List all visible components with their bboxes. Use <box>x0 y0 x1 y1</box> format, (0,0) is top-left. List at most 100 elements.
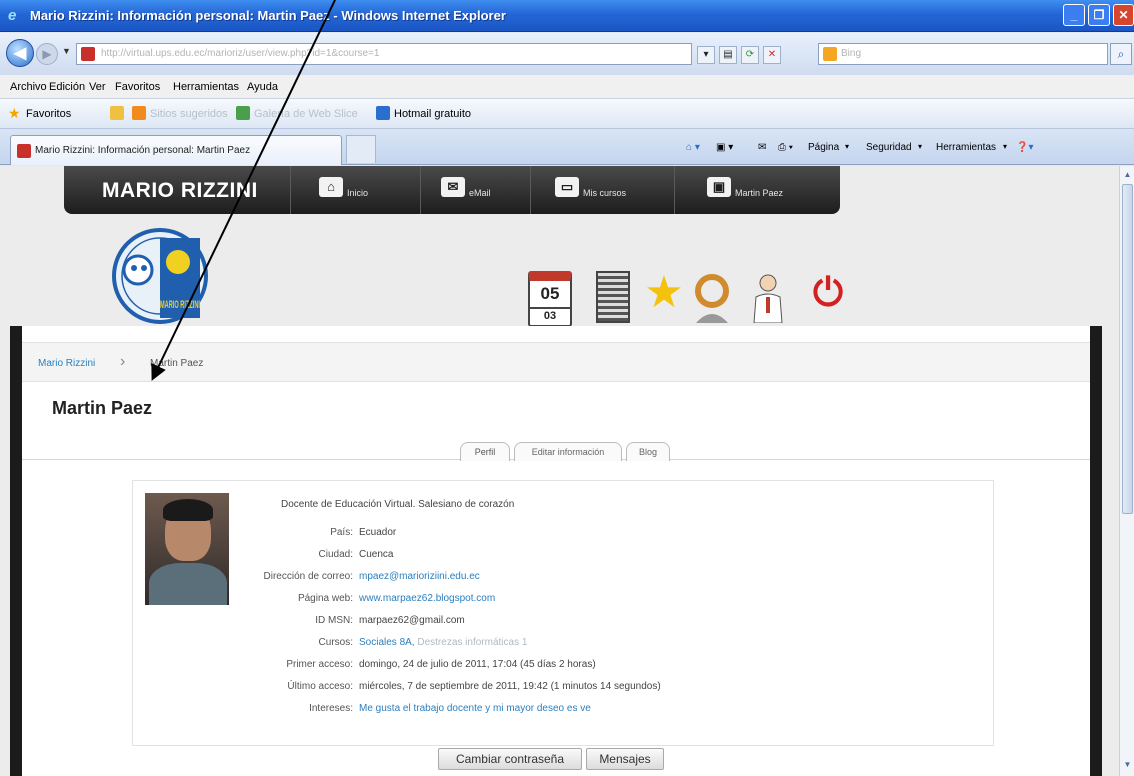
building-icon[interactable] <box>596 271 630 323</box>
profile-box: Docente de Educación Virtual. Salesiano … <box>132 480 994 746</box>
email-link[interactable]: mpaez@marioriziini.edu.ec <box>359 571 480 582</box>
nav-inicio[interactable]: ⌂ Inicio <box>290 166 402 214</box>
logout-power-icon[interactable]: ⏻ <box>808 271 848 323</box>
medal-icon[interactable] <box>690 271 734 323</box>
menu-favoritos[interactable]: Favoritos <box>115 81 160 93</box>
forward-button[interactable]: ▶ <box>36 43 58 65</box>
scroll-down-icon[interactable]: ▼ <box>1122 760 1133 769</box>
tools-menu-chevron-icon[interactable]: ▾ <box>1003 142 1007 151</box>
nav-user[interactable]: ▣ Martin Paez <box>674 166 824 214</box>
field-label: Dirección de correo: <box>263 571 353 582</box>
tools-menu[interactable]: Herramientas <box>936 142 996 153</box>
field-label: País: <box>330 527 353 538</box>
nav-mis-cursos[interactable]: ▭ Mis cursos <box>530 166 674 214</box>
menu-ayuda[interactable]: Ayuda <box>247 81 278 93</box>
doctor-icon[interactable] <box>748 271 788 323</box>
menu-herramientas[interactable]: Herramientas <box>173 81 239 93</box>
suggested-sites-icon <box>132 106 146 120</box>
print-icon[interactable]: ⎙ ▾ <box>778 142 793 153</box>
tab-blog[interactable]: Blog <box>626 442 670 461</box>
course-link[interactable]: Destrezas informáticas 1 <box>417 637 527 648</box>
address-dropdown-icon[interactable]: ▾ <box>697 46 715 64</box>
scroll-thumb[interactable] <box>1122 184 1133 514</box>
menu-archivo[interactable]: Archivo <box>10 81 47 93</box>
page-menu[interactable]: Página <box>808 142 839 153</box>
bing-icon <box>823 47 837 61</box>
web-slice-icon <box>236 106 250 120</box>
scroll-up-icon[interactable]: ▲ <box>1122 170 1133 179</box>
site-brand[interactable]: MARIO RIZZINI <box>102 179 258 203</box>
close-window-button[interactable]: ✕ <box>1113 4 1134 26</box>
hotmail-link[interactable]: Hotmail gratuito <box>394 108 471 120</box>
website-link[interactable]: www.marpaez62.blogspot.com <box>359 593 495 604</box>
read-mail-icon[interactable]: ✉ <box>758 142 766 153</box>
feeds-icon[interactable]: ▣ ▾ <box>716 142 733 153</box>
favorites-bar: ★ Favoritos Sitios sugeridos Galería de … <box>0 99 1134 129</box>
site-nav-bar: MARIO RIZZINI ⌂ Inicio ✉ eMail ▭ Mis cur… <box>64 166 840 214</box>
security-menu[interactable]: Seguridad <box>866 142 912 153</box>
favorites-button[interactable]: Favoritos <box>26 108 71 120</box>
field-label: ID MSN: <box>315 615 353 626</box>
field-msn: ID MSN: marpaez62@gmail.com <box>133 615 993 629</box>
url-field[interactable]: http://virtual.ups.edu.ec/marioriz/user/… <box>76 43 692 65</box>
site-favicon-icon <box>81 47 95 61</box>
star-icon[interactable]: ★ <box>642 271 686 323</box>
url-text: http://virtual.ups.edu.ec/marioriz/user/… <box>101 48 380 59</box>
breadcrumb-home[interactable]: Mario Rizzini <box>38 358 95 369</box>
field-value: Cuenca <box>359 549 394 560</box>
hotmail-icon <box>376 106 390 120</box>
breadcrumb-separator-icon: › <box>120 353 126 370</box>
security-menu-chevron-icon[interactable]: ▾ <box>918 142 922 151</box>
search-input[interactable]: Bing <box>818 43 1108 65</box>
address-bar-row: ◀ ▶ ▼ http://virtual.ups.edu.ec/marioriz… <box>0 33 1134 75</box>
home-page-icon[interactable]: ⌂ ▾ <box>686 142 700 153</box>
field-value: domingo, 24 de julio de 2011, 17:04 (45 … <box>359 659 596 670</box>
interests-link[interactable]: Me gusta el trabajo docente y mi mayor d… <box>359 703 591 714</box>
window-titlebar: e Mario Rizzini: Información personal: M… <box>0 0 1134 32</box>
messages-button[interactable]: Mensajes <box>586 748 664 770</box>
tab-favicon-icon <box>17 144 31 158</box>
maximize-button[interactable]: ❐ <box>1088 4 1110 26</box>
tab-editar-informacion[interactable]: Editar información <box>514 442 622 461</box>
ie-logo-icon: e <box>8 7 17 24</box>
new-tab-button[interactable] <box>346 135 376 163</box>
calendar-day: 05 <box>540 284 560 303</box>
favorites-star-icon[interactable]: ★ <box>8 105 21 122</box>
field-cursos: Cursos: Sociales 8A, Destrezas informáti… <box>133 637 993 651</box>
course-link[interactable]: Sociales 8A, <box>359 637 415 648</box>
nav-email[interactable]: ✉ eMail <box>420 166 530 214</box>
field-label: Primer acceso: <box>286 659 353 670</box>
field-label: Página web: <box>297 593 353 604</box>
history-dropdown-icon[interactable]: ▼ <box>62 46 71 56</box>
change-password-button[interactable]: Cambiar contraseña <box>438 748 582 770</box>
back-button[interactable]: ◀ <box>6 39 34 67</box>
field-pagina-web: Página web: www.marpaez62.blogspot.com <box>133 593 993 607</box>
help-icon[interactable]: ❓▾ <box>1016 142 1033 153</box>
suggested-sites-link[interactable]: Sitios sugeridos <box>150 108 228 120</box>
stop-icon[interactable]: ✕ <box>763 46 781 64</box>
logo-text: MARIO RIZZINI <box>160 299 200 311</box>
field-value: marpaez62@gmail.com <box>359 615 465 626</box>
web-slice-gallery-link[interactable]: Galería de Web Slice <box>254 108 358 120</box>
refresh-icon[interactable]: ⟳ <box>741 46 759 64</box>
site-logo[interactable]: MARIO RIZZINI <box>104 226 224 326</box>
search-placeholder: Bing <box>841 48 862 59</box>
field-ultimo-acceso: Último acceso: miércoles, 7 de septiembr… <box>133 681 993 695</box>
tab-perfil[interactable]: Perfil <box>460 442 510 461</box>
menu-edicion[interactable]: Edición <box>49 81 85 93</box>
field-pais: País: Ecuador <box>133 527 993 541</box>
compatibility-icon[interactable]: ▤ <box>719 46 737 64</box>
nav-email-label: eMail <box>469 188 491 198</box>
calendar-icon[interactable]: 05 03 <box>528 271 572 327</box>
tab-title: Mario Rizzini: Información personal: Mar… <box>35 145 251 156</box>
calendar-next: 03 <box>530 307 570 323</box>
menu-ver[interactable]: Ver <box>89 81 106 93</box>
field-label: Último acceso: <box>287 681 353 692</box>
field-correo: Dirección de correo: mpaez@marioriziini.… <box>133 571 993 585</box>
page-menu-chevron-icon[interactable]: ▾ <box>845 142 849 151</box>
minimize-button[interactable]: _ <box>1063 4 1085 26</box>
search-icon[interactable]: ⌕ <box>1110 43 1132 65</box>
vertical-scrollbar[interactable]: ▲ ▼ <box>1119 166 1134 776</box>
add-favorite-icon[interactable] <box>110 106 124 120</box>
tab-current[interactable]: Mario Rizzini: Información personal: Mar… <box>10 135 342 165</box>
